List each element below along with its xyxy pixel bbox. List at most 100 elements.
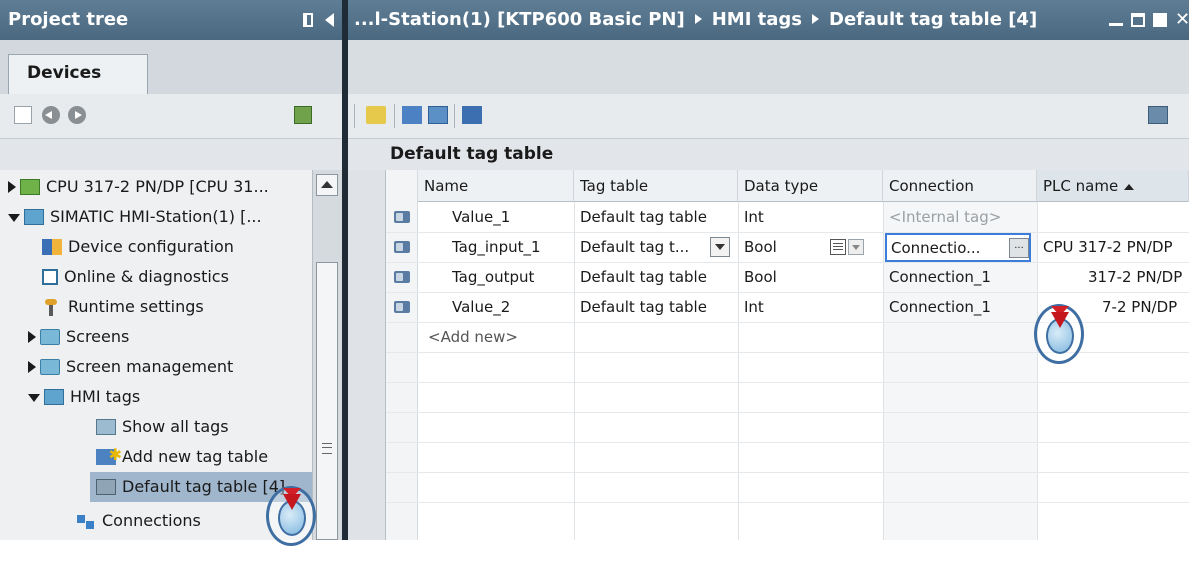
cell-tag-table[interactable]: Default tag t... xyxy=(580,232,689,262)
new-item-icon[interactable] xyxy=(14,106,32,124)
cell-tag-table[interactable]: Default tag table xyxy=(580,262,707,292)
hmi-tag-icon xyxy=(394,301,410,313)
tree-item-label: Show all tags xyxy=(122,417,229,436)
maximize-icon[interactable] xyxy=(1153,13,1167,27)
cell-data-type[interactable]: Int xyxy=(744,202,764,232)
tree-item-screen-management[interactable]: Screen management xyxy=(28,352,233,382)
cell-name[interactable]: Tag_output xyxy=(452,262,534,292)
forward-icon[interactable] xyxy=(68,106,86,124)
connection-edit-field[interactable]: Connectio... ... xyxy=(885,233,1031,262)
back-icon[interactable] xyxy=(42,106,60,124)
column-header-name[interactable]: Name xyxy=(418,170,574,202)
hmi-tag-icon xyxy=(394,271,410,283)
cell-connection[interactable]: Connection_1 xyxy=(889,292,991,322)
data-type-dropdown-button[interactable] xyxy=(848,239,864,255)
cell-connection[interactable]: Connectio... xyxy=(891,233,980,263)
grid-line xyxy=(386,442,1189,443)
tree-item-hmi-station[interactable]: SIMATIC HMI-Station(1) [... xyxy=(8,202,262,232)
tree-item-cpu[interactable]: CPU 317-2 PN/DP [CPU 31... xyxy=(8,172,269,202)
tree-item-online-diagnostics[interactable]: Online & diagnostics xyxy=(42,262,229,292)
tab-devices[interactable]: Devices xyxy=(8,54,148,94)
scroll-up-button[interactable] xyxy=(316,174,338,196)
collapse-icon[interactable] xyxy=(28,394,40,402)
sort-ascending-icon xyxy=(1124,183,1135,190)
wrench-icon xyxy=(42,299,62,316)
import-icon[interactable] xyxy=(428,106,448,124)
column-header-plc-name[interactable]: PLC name xyxy=(1037,170,1189,202)
collapse-panel-icon[interactable] xyxy=(325,13,334,27)
tree-item-label: SIMATIC HMI-Station(1) [... xyxy=(50,207,262,226)
folder-icon xyxy=(40,359,60,375)
cell-name[interactable]: Tag_input_1 xyxy=(452,232,541,262)
tree-item-hmi-tags[interactable]: HMI tags xyxy=(28,382,140,412)
table-settings-icon[interactable] xyxy=(1148,106,1168,124)
tree-item-label: Device configuration xyxy=(68,237,234,256)
restore-icon[interactable] xyxy=(1131,13,1145,27)
column-header-label: Name xyxy=(424,177,469,195)
cell-plc-name[interactable]: CPU 317-2 PN/DP xyxy=(1043,232,1189,262)
breadcrumb-separator-icon xyxy=(694,14,702,24)
breadcrumb-default-tag-table[interactable]: Default tag table [4] xyxy=(829,9,1037,30)
row-selector-column[interactable] xyxy=(348,170,386,540)
expand-icon[interactable] xyxy=(28,361,36,373)
folder-icon xyxy=(40,329,60,345)
cell-connection[interactable]: Connection_1 xyxy=(889,262,991,292)
tag-table-dropdown-button[interactable] xyxy=(710,237,730,257)
cell-data-type[interactable]: Bool xyxy=(744,262,777,292)
grid-line xyxy=(883,202,884,540)
add-tag-icon[interactable] xyxy=(366,106,386,124)
expand-icon[interactable] xyxy=(8,181,16,193)
add-new-row[interactable]: <Add new> xyxy=(428,322,518,352)
cell-plc-name[interactable]: 317-2 PN/DP xyxy=(1088,262,1182,292)
tree-item-device-configuration[interactable]: Device configuration xyxy=(42,232,234,262)
cell-tag-table[interactable]: Default tag table xyxy=(580,202,707,232)
breadcrumb-hmi-tags[interactable]: HMI tags xyxy=(712,9,802,30)
tree-item-show-all-tags[interactable]: Show all tags xyxy=(96,412,229,442)
minimize-icon[interactable] xyxy=(1109,13,1123,27)
tree-item-default-tag-table[interactable]: Default tag table [4] xyxy=(96,472,285,502)
tree-item-screens[interactable]: Screens xyxy=(28,322,129,352)
editor-blank-area xyxy=(348,40,1189,94)
project-tree-toolbar xyxy=(0,94,342,139)
diagnostics-icon xyxy=(42,269,58,285)
tree-item-connections[interactable]: Connections xyxy=(76,506,201,536)
export-icon[interactable] xyxy=(402,106,422,124)
row-icon-column xyxy=(386,170,418,540)
table-title: Default tag table xyxy=(390,144,554,164)
show-tags-icon xyxy=(96,419,116,435)
cell-name[interactable]: Value_1 xyxy=(452,202,510,232)
column-header-tag-table[interactable]: Tag table xyxy=(574,170,738,202)
tree-item-add-new-tag-table[interactable]: Add new tag table xyxy=(96,440,268,472)
toolbar-separator xyxy=(394,104,395,128)
hmi-station-icon xyxy=(24,209,44,225)
tree-item-label: Online & diagnostics xyxy=(64,267,229,286)
collapse-icon[interactable] xyxy=(8,214,20,222)
tree-item-label: HMI tags xyxy=(70,387,141,406)
panel-layout-icon[interactable] xyxy=(303,13,313,27)
device-view-icon[interactable] xyxy=(294,106,312,124)
tree-item-runtime-settings[interactable]: Runtime settings xyxy=(42,292,204,322)
cell-plc-name[interactable]: 7-2 PN/DP xyxy=(1102,292,1177,322)
tree-item-label: Runtime settings xyxy=(68,297,204,316)
cell-data-type[interactable]: Int xyxy=(744,292,764,322)
breadcrumb-station[interactable]: ...l-Station(1) [KTP600 Basic PN] xyxy=(354,9,685,30)
ellipsis-button[interactable]: ... xyxy=(1009,238,1029,258)
add-tag-table-icon xyxy=(96,440,122,470)
cell-name[interactable]: Value_2 xyxy=(452,292,510,322)
editor-title-bar: ...l-Station(1) [KTP600 Basic PN] HMI tag… xyxy=(348,0,1189,40)
column-header-connection[interactable]: Connection xyxy=(883,170,1037,202)
cell-data-type[interactable]: Bool xyxy=(744,232,777,262)
cell-connection[interactable]: <Internal tag> xyxy=(889,202,1001,232)
column-header-data-type[interactable]: Data type xyxy=(738,170,883,202)
expand-icon[interactable] xyxy=(28,331,36,343)
list-icon[interactable] xyxy=(830,239,846,255)
hmi-tags-folder-icon xyxy=(44,389,64,405)
hmi-tag-icon xyxy=(394,211,410,223)
breadcrumb: ...l-Station(1) [KTP600 Basic PN] HMI tag… xyxy=(354,9,1043,30)
cell-tag-table[interactable]: Default tag table xyxy=(580,292,707,322)
hmi-tag-icon[interactable] xyxy=(462,106,482,124)
grid-line xyxy=(386,412,1189,413)
close-icon[interactable]: ✕ xyxy=(1175,11,1189,29)
tree-item-label: Default tag table [4] xyxy=(122,477,286,496)
column-header-label: PLC name xyxy=(1043,177,1119,195)
